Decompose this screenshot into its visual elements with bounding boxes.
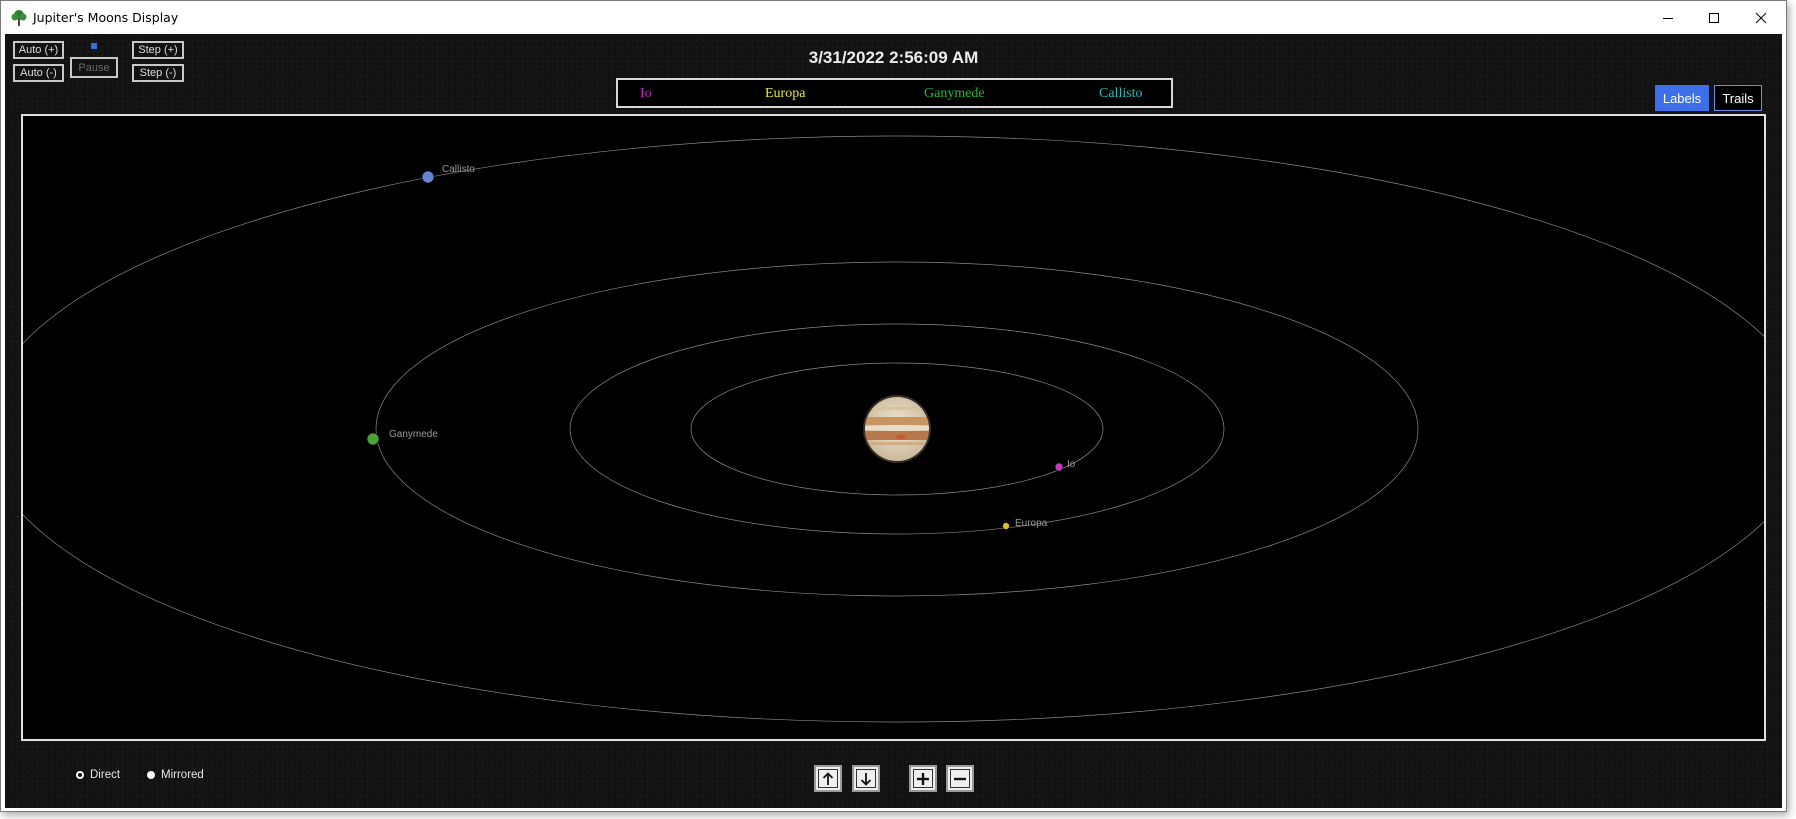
maximize-icon [1709, 12, 1719, 23]
close-button[interactable] [1738, 1, 1784, 34]
legend-callisto: Callisto [1099, 86, 1143, 101]
datetime-display: 3/31/2022 2:56:09 AM [808, 48, 979, 67]
ganymede-label: Ganymede [389, 429, 438, 440]
direct-radio-label: Direct [90, 769, 121, 781]
legend-ganymede: Ganymede [924, 86, 985, 101]
minimize-icon [1663, 17, 1673, 19]
callisto-label: Callisto [442, 164, 475, 175]
callisto-moon[interactable] [421, 170, 435, 184]
legend-io: Io [640, 86, 652, 101]
window-title: Jupiter's Moons Display [33, 10, 179, 25]
move-down-button[interactable] [852, 765, 880, 792]
move-up-button[interactable] [814, 765, 842, 792]
app-client-area: Auto (+) Auto (-) Pause Step (+) Step (-… [5, 34, 1782, 808]
mirrored-radio[interactable]: Mirrored [147, 769, 204, 781]
arrow-down-icon [856, 769, 876, 788]
europa-moon[interactable] [1002, 522, 1010, 530]
direct-radio-circle[interactable] [76, 771, 84, 779]
direct-radio[interactable]: Direct [76, 769, 120, 781]
labels-toggle[interactable]: Labels [1655, 85, 1709, 111]
europa-label: Europa [1015, 518, 1048, 529]
tree-icon [11, 10, 27, 26]
orbit-canvas[interactable]: Io Europa Ganymede Callisto [21, 114, 1766, 741]
plus-icon [913, 769, 933, 788]
title-bar: Jupiter's Moons Display [1, 1, 1786, 34]
zoom-in-button[interactable] [909, 765, 937, 792]
close-icon [1755, 12, 1767, 23]
mirrored-radio-label: Mirrored [161, 769, 204, 781]
minus-icon [950, 769, 970, 788]
legend-europa: Europa [765, 86, 806, 101]
io-moon[interactable] [1054, 462, 1064, 472]
trails-toggle[interactable]: Trails [1714, 85, 1762, 111]
minimize-button[interactable] [1645, 1, 1691, 34]
io-label: Io [1067, 459, 1076, 470]
moon-legend: Io Europa Ganymede Callisto [616, 78, 1173, 108]
ganymede-moon[interactable] [366, 432, 380, 446]
orbit-view: Io Europa Ganymede Callisto [23, 135, 1764, 723]
jupiter-planet [863, 395, 931, 463]
zoom-out-button[interactable] [946, 765, 974, 792]
arrow-up-icon [818, 769, 838, 788]
mirrored-radio-circle[interactable] [147, 771, 155, 779]
app-window: Jupiter's Moons Display Auto (+) Auto (-… [0, 0, 1787, 812]
maximize-button[interactable] [1691, 1, 1737, 34]
